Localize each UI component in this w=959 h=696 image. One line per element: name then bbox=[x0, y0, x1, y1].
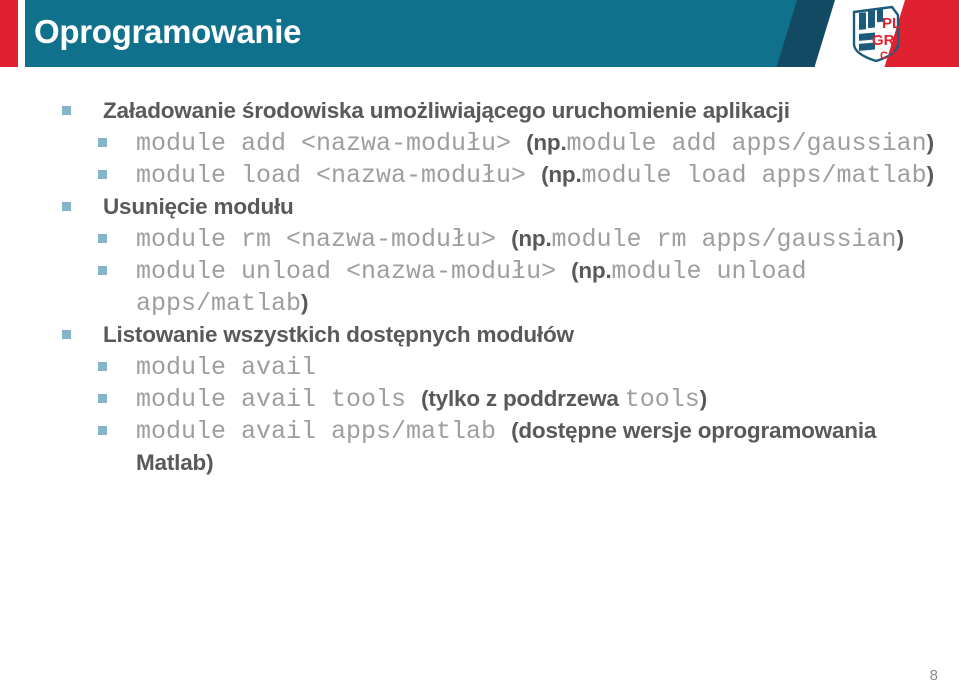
bullet-square-icon bbox=[62, 202, 71, 211]
example-label: np. bbox=[578, 258, 612, 283]
command-text: module avail tools (tylko z poddrzewa to… bbox=[136, 383, 939, 415]
bullet-square-icon bbox=[62, 106, 71, 115]
example-paren-close: ) bbox=[926, 130, 935, 155]
command-text: module rm <nazwa-modułu> (np.module rm a… bbox=[136, 223, 939, 255]
command-text: module avail bbox=[136, 351, 939, 383]
slide-content: Załadowanie środowiska umożliwiającego u… bbox=[0, 95, 959, 479]
example-command: module rm apps/gaussian bbox=[551, 225, 897, 254]
command-text: module unload <nazwa-modułu> (np.module … bbox=[136, 255, 939, 319]
bullet-square-icon bbox=[62, 330, 71, 339]
command-syntax: module avail bbox=[136, 353, 317, 382]
example-label: tylko z poddrzewa bbox=[428, 386, 625, 411]
logo-grid-text: GRID bbox=[872, 32, 908, 49]
bullet-square-icon bbox=[98, 170, 107, 179]
command-syntax: module avail apps/matlab bbox=[136, 417, 512, 446]
command-item: module rm <nazwa-modułu> (np.module rm a… bbox=[0, 223, 959, 255]
example-paren-close: ) bbox=[301, 290, 309, 315]
header-red-accent-strip bbox=[0, 0, 18, 67]
section-heading: Usunięcie modułu bbox=[0, 191, 959, 223]
slide-header: Oprogramowanie PL GRID CORE bbox=[0, 0, 959, 67]
bullet-square-icon bbox=[98, 362, 107, 371]
page-number: 8 bbox=[929, 667, 938, 684]
section-heading-text: Załadowanie środowiska umożliwiającego u… bbox=[103, 98, 790, 123]
example-paren-close: ) bbox=[699, 386, 708, 411]
command-text: module load <nazwa-modułu> (np.module lo… bbox=[136, 159, 939, 191]
command-item: module avail tools (tylko z poddrzewa to… bbox=[0, 383, 959, 415]
command-syntax: module avail tools bbox=[136, 385, 422, 414]
bullet-square-icon bbox=[98, 394, 107, 403]
example-paren-close: ) bbox=[206, 450, 214, 475]
section-heading-text: Usunięcie modułu bbox=[103, 194, 294, 219]
header-decorative-shapes: PL GRID CORE bbox=[714, 0, 959, 67]
section-heading: Załadowanie środowiska umożliwiającego u… bbox=[0, 95, 959, 127]
logo-pl-text: PL bbox=[882, 15, 901, 32]
example-command: module add apps/gaussian bbox=[566, 129, 927, 158]
bullet-square-icon bbox=[98, 138, 107, 147]
example-command: module load apps/matlab bbox=[581, 161, 927, 190]
example-label: np. bbox=[518, 226, 552, 251]
bullet-square-icon bbox=[98, 234, 107, 243]
section-heading-text: Listowanie wszystkich dostępnych modułów bbox=[103, 322, 574, 347]
plgrid-core-logo: PL GRID CORE bbox=[852, 5, 908, 63]
bullet-square-icon bbox=[98, 266, 107, 275]
section-heading: Listowanie wszystkich dostępnych modułów bbox=[0, 319, 959, 351]
command-syntax: module add <nazwa-modułu> bbox=[136, 129, 527, 158]
command-syntax: module rm <nazwa-modułu> bbox=[136, 225, 512, 254]
example-paren-close: ) bbox=[926, 162, 935, 187]
example-paren-close: ) bbox=[896, 226, 905, 251]
page-title: Oprogramowanie bbox=[34, 13, 302, 50]
example-label: np. bbox=[548, 162, 582, 187]
command-item: module avail bbox=[0, 351, 959, 383]
command-text: module avail apps/matlab (dostępne wersj… bbox=[136, 415, 939, 479]
command-item: module unload <nazwa-modułu> (np.module … bbox=[0, 255, 959, 319]
command-syntax: module load <nazwa-modułu> bbox=[136, 161, 542, 190]
example-label: np. bbox=[533, 130, 567, 155]
command-syntax: module unload <nazwa-modułu> bbox=[136, 257, 572, 286]
bullet-square-icon bbox=[98, 426, 107, 435]
command-text: module add <nazwa-modułu> (np.module add… bbox=[136, 127, 939, 159]
command-item: module avail apps/matlab (dostępne wersj… bbox=[0, 415, 959, 479]
example-command: tools bbox=[624, 385, 700, 414]
command-item: module load <nazwa-modułu> (np.module lo… bbox=[0, 159, 959, 191]
logo-core-text: CORE bbox=[880, 50, 908, 62]
command-item: module add <nazwa-modułu> (np.module add… bbox=[0, 127, 959, 159]
